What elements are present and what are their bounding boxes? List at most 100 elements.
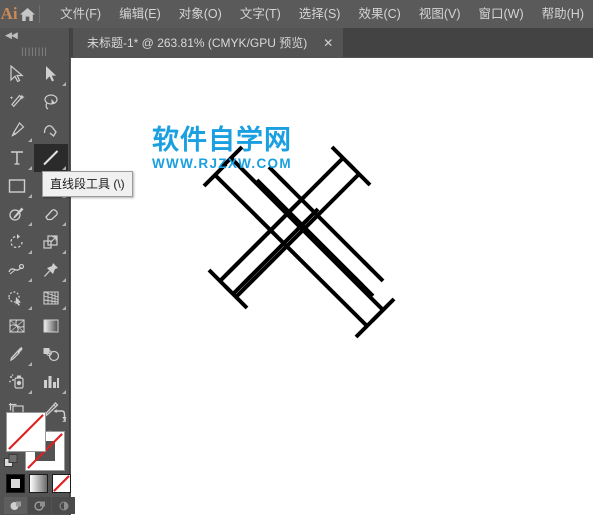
- line-tick: [283, 194, 307, 218]
- close-icon[interactable]: ✕: [323, 37, 333, 49]
- line-tick: [361, 259, 385, 283]
- fill-mode-row: [6, 474, 71, 493]
- artwork-lattice[interactable]: [71, 58, 593, 515]
- scale-tool[interactable]: [34, 228, 68, 256]
- free-transform-tool[interactable]: [34, 256, 68, 284]
- line-tick: [217, 260, 241, 284]
- magic-wand-icon: [9, 94, 25, 108]
- gradient-mode-button[interactable]: [29, 474, 48, 493]
- rotate-icon: [10, 234, 23, 249]
- menu-item-list: 文件(F) 编辑(E) 对象(O) 文字(T) 选择(S) 效果(C) 视图(V…: [51, 2, 593, 26]
- shape-builder-tool[interactable]: [0, 284, 34, 312]
- flyout-corner-icon[interactable]: [28, 278, 32, 282]
- flyout-corner-icon[interactable]: [62, 390, 66, 394]
- magic-wand-tool[interactable]: [0, 88, 34, 116]
- menu-help[interactable]: 帮助(H): [533, 2, 593, 26]
- flyout-corner-icon[interactable]: [28, 306, 32, 310]
- menu-object[interactable]: 对象(O): [170, 2, 231, 26]
- menu-edit[interactable]: 编辑(E): [110, 2, 170, 26]
- line-tick: [351, 274, 375, 298]
- illustrator-window: Ai 文件(F) 编辑(E) 对象(O) 文字(T) 选择(S) 效果(C) 视…: [0, 0, 593, 515]
- perspective-grid-tool[interactable]: [34, 284, 68, 312]
- width-warp-icon: [8, 263, 25, 275]
- lasso-icon: [44, 94, 58, 110]
- curvature-tool[interactable]: [34, 116, 68, 144]
- none-mode-button[interactable]: [52, 474, 71, 493]
- flyout-corner-icon[interactable]: [28, 138, 32, 142]
- type-tool[interactable]: [0, 144, 34, 172]
- pushpin-icon: [44, 263, 58, 277]
- rectangle-tool[interactable]: [0, 172, 34, 200]
- menu-effect[interactable]: 效果(C): [349, 2, 409, 26]
- pen-icon: [11, 122, 25, 137]
- line-segment: [229, 156, 385, 312]
- draw-inside-button[interactable]: [52, 497, 75, 514]
- flyout-corner-icon[interactable]: [28, 362, 32, 366]
- flyout-corner-icon[interactable]: [62, 306, 66, 310]
- column-graph-tool[interactable]: [34, 368, 68, 396]
- canvas-artboard[interactable]: 软件自学网 WWW.RJZXW.COM: [71, 58, 593, 515]
- menu-divider: [38, 5, 40, 23]
- flyout-corner-icon[interactable]: [28, 222, 32, 226]
- panel-gripper[interactable]: ||||||||: [0, 43, 69, 58]
- flyout-corner-icon[interactable]: [62, 166, 66, 170]
- fill-swatch[interactable]: [6, 412, 46, 452]
- shaper-pencil-icon: [9, 207, 24, 221]
- flyout-corner-icon[interactable]: [62, 278, 66, 282]
- rotate-tool[interactable]: [0, 228, 34, 256]
- draw-behind-button[interactable]: [28, 497, 51, 514]
- draw-inside-icon: [59, 501, 68, 510]
- collapse-panel-button[interactable]: ◀◀: [0, 28, 69, 43]
- home-button[interactable]: [18, 7, 36, 22]
- document-tab[interactable]: 未标题-1* @ 263.81% (CMYK/GPU 预览) ✕: [73, 28, 344, 57]
- eyedropper-tool[interactable]: [0, 340, 34, 368]
- menu-view[interactable]: 视图(V): [410, 2, 470, 26]
- direct-selection-tool[interactable]: [34, 60, 68, 88]
- menu-window[interactable]: 窗口(W): [470, 2, 533, 26]
- gradient-tool[interactable]: [34, 312, 68, 340]
- line-segment-icon: [43, 150, 59, 166]
- menu-select[interactable]: 选择(S): [290, 2, 350, 26]
- draw-behind-icon: [33, 500, 45, 511]
- type-T-icon: [11, 151, 23, 165]
- line-segment: [234, 172, 361, 299]
- draw-normal-icon: [10, 501, 21, 510]
- flyout-corner-icon[interactable]: [28, 194, 32, 198]
- symbol-sprayer-tool[interactable]: [0, 368, 34, 396]
- rectangle-icon: [8, 179, 26, 193]
- document-tab-title: 未标题-1* @ 263.81% (CMYK/GPU 预览): [87, 36, 308, 50]
- flyout-corner-icon[interactable]: [62, 222, 66, 226]
- direct-select-arrow-icon: [46, 66, 56, 82]
- flyout-corner-icon[interactable]: [62, 82, 66, 86]
- color-mode-chip: [11, 479, 20, 488]
- width-tool[interactable]: [0, 256, 34, 284]
- menu-file[interactable]: 文件(F): [51, 2, 110, 26]
- menu-type[interactable]: 文字(T): [231, 2, 290, 26]
- tool-grid: [0, 60, 69, 452]
- none-slash-icon: [8, 414, 44, 450]
- line-segment: [277, 175, 375, 273]
- swap-fill-stroke-button[interactable]: [52, 408, 67, 428]
- document-tab-bar: 未标题-1* @ 263.81% (CMYK/GPU 预览) ✕: [70, 28, 593, 57]
- curvature-icon: [43, 125, 57, 137]
- shaper-tool[interactable]: [0, 200, 34, 228]
- flyout-corner-icon[interactable]: [28, 390, 32, 394]
- blend-tool[interactable]: [34, 340, 68, 368]
- eraser-tool[interactable]: [34, 200, 68, 228]
- line-tick: [255, 178, 279, 202]
- selection-tool[interactable]: [0, 60, 34, 88]
- color-mode-button[interactable]: [6, 474, 25, 493]
- mesh-tool[interactable]: [0, 312, 34, 340]
- scale-icon: [43, 235, 58, 249]
- lasso-tool[interactable]: [34, 88, 68, 116]
- eraser-icon: [45, 209, 58, 221]
- line-segment-tool[interactable]: [34, 144, 68, 172]
- default-fill-stroke-button[interactable]: [4, 454, 18, 473]
- flyout-corner-icon[interactable]: [28, 250, 32, 254]
- pen-tool[interactable]: [0, 116, 34, 144]
- line-segment: [213, 173, 369, 328]
- flyout-corner-icon[interactable]: [62, 250, 66, 254]
- flyout-corner-icon[interactable]: [28, 166, 32, 170]
- perspective-grid-icon: [43, 291, 59, 305]
- draw-normal-button[interactable]: [4, 497, 27, 514]
